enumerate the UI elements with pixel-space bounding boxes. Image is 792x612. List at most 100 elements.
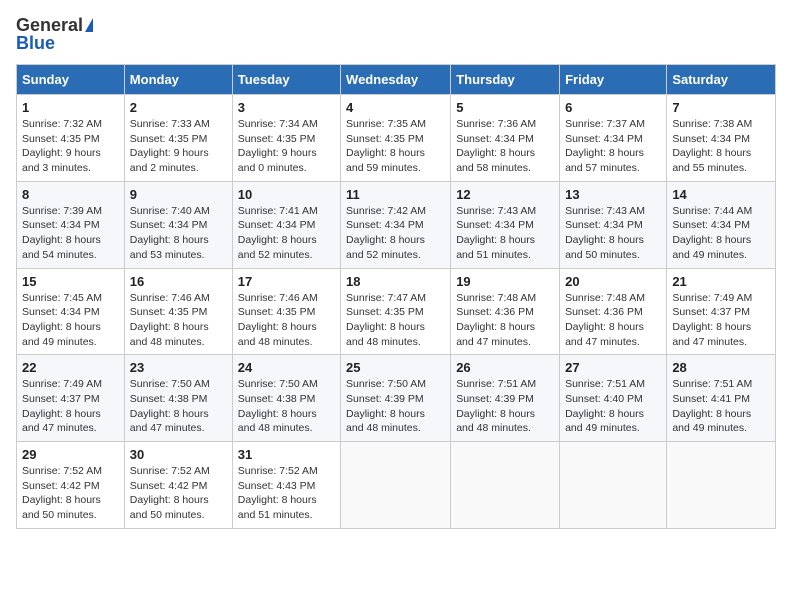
day-number: 20: [565, 274, 661, 289]
day-number: 8: [22, 187, 119, 202]
calendar-cell: [667, 442, 776, 529]
day-info: Sunrise: 7:44 AMSunset: 4:34 PMDaylight:…: [672, 204, 770, 263]
day-info: Sunrise: 7:36 AMSunset: 4:34 PMDaylight:…: [456, 117, 554, 176]
day-info: Sunrise: 7:43 AMSunset: 4:34 PMDaylight:…: [565, 204, 661, 263]
calendar-cell: 13 Sunrise: 7:43 AMSunset: 4:34 PMDayligh…: [560, 181, 667, 268]
calendar-cell: 5 Sunrise: 7:36 AMSunset: 4:34 PMDaylight…: [451, 95, 560, 182]
weekday-header-sunday: Sunday: [17, 65, 125, 95]
calendar-cell: [451, 442, 560, 529]
logo-general-text: General: [16, 16, 83, 34]
day-info: Sunrise: 7:48 AMSunset: 4:36 PMDaylight:…: [456, 291, 554, 350]
day-number: 12: [456, 187, 554, 202]
calendar-cell: 22 Sunrise: 7:49 AMSunset: 4:37 PMDayligh…: [17, 355, 125, 442]
calendar-cell: 12 Sunrise: 7:43 AMSunset: 4:34 PMDayligh…: [451, 181, 560, 268]
calendar-week-row: 22 Sunrise: 7:49 AMSunset: 4:37 PMDayligh…: [17, 355, 776, 442]
day-number: 13: [565, 187, 661, 202]
calendar-cell: 10 Sunrise: 7:41 AMSunset: 4:34 PMDayligh…: [232, 181, 340, 268]
day-info: Sunrise: 7:50 AMSunset: 4:39 PMDaylight:…: [346, 377, 445, 436]
calendar-cell: 15 Sunrise: 7:45 AMSunset: 4:34 PMDayligh…: [17, 268, 125, 355]
weekday-header-tuesday: Tuesday: [232, 65, 340, 95]
day-info: Sunrise: 7:35 AMSunset: 4:35 PMDaylight:…: [346, 117, 445, 176]
calendar-cell: 16 Sunrise: 7:46 AMSunset: 4:35 PMDayligh…: [124, 268, 232, 355]
day-number: 24: [238, 360, 335, 375]
day-number: 31: [238, 447, 335, 462]
day-info: Sunrise: 7:52 AMSunset: 4:43 PMDaylight:…: [238, 464, 335, 523]
calendar-week-row: 15 Sunrise: 7:45 AMSunset: 4:34 PMDayligh…: [17, 268, 776, 355]
day-info: Sunrise: 7:33 AMSunset: 4:35 PMDaylight:…: [130, 117, 227, 176]
calendar-header: SundayMondayTuesdayWednesdayThursdayFrid…: [17, 65, 776, 95]
day-number: 14: [672, 187, 770, 202]
calendar-cell: 29Sunrise: 7:52 AMSunset: 4:42 PMDayligh…: [17, 442, 125, 529]
day-info: Sunrise: 7:52 AMSunset: 4:42 PMDaylight:…: [22, 464, 119, 523]
day-number: 22: [22, 360, 119, 375]
calendar-week-row: 29Sunrise: 7:52 AMSunset: 4:42 PMDayligh…: [17, 442, 776, 529]
day-info: Sunrise: 7:37 AMSunset: 4:34 PMDaylight:…: [565, 117, 661, 176]
calendar-week-row: 1 Sunrise: 7:32 AMSunset: 4:35 PMDaylight…: [17, 95, 776, 182]
day-number: 21: [672, 274, 770, 289]
calendar-cell: 11Sunrise: 7:42 AMSunset: 4:34 PMDayligh…: [341, 181, 451, 268]
day-info: Sunrise: 7:40 AMSunset: 4:34 PMDaylight:…: [130, 204, 227, 263]
logo-triangle-icon: [85, 18, 93, 32]
day-info: Sunrise: 7:32 AMSunset: 4:35 PMDaylight:…: [22, 117, 119, 176]
day-info: Sunrise: 7:50 AMSunset: 4:38 PMDaylight:…: [130, 377, 227, 436]
day-number: 10: [238, 187, 335, 202]
calendar-cell: 23 Sunrise: 7:50 AMSunset: 4:38 PMDayligh…: [124, 355, 232, 442]
day-number: 7: [672, 100, 770, 115]
day-info: Sunrise: 7:51 AMSunset: 4:41 PMDaylight:…: [672, 377, 770, 436]
day-info: Sunrise: 7:50 AMSunset: 4:38 PMDaylight:…: [238, 377, 335, 436]
calendar-cell: [560, 442, 667, 529]
day-number: 25: [346, 360, 445, 375]
calendar-cell: 20Sunrise: 7:48 AMSunset: 4:36 PMDayligh…: [560, 268, 667, 355]
day-number: 5: [456, 100, 554, 115]
day-info: Sunrise: 7:45 AMSunset: 4:34 PMDaylight:…: [22, 291, 119, 350]
day-number: 23: [130, 360, 227, 375]
calendar-cell: [341, 442, 451, 529]
calendar-cell: 8 Sunrise: 7:39 AMSunset: 4:34 PMDaylight…: [17, 181, 125, 268]
day-number: 26: [456, 360, 554, 375]
day-number: 27: [565, 360, 661, 375]
day-number: 9: [130, 187, 227, 202]
weekday-header-monday: Monday: [124, 65, 232, 95]
calendar-cell: 25 Sunrise: 7:50 AMSunset: 4:39 PMDayligh…: [341, 355, 451, 442]
logo: General Blue: [16, 16, 93, 52]
weekday-header-wednesday: Wednesday: [341, 65, 451, 95]
day-info: Sunrise: 7:46 AMSunset: 4:35 PMDaylight:…: [130, 291, 227, 350]
day-info: Sunrise: 7:49 AMSunset: 4:37 PMDaylight:…: [672, 291, 770, 350]
day-number: 1: [22, 100, 119, 115]
calendar-cell: 7 Sunrise: 7:38 AMSunset: 4:34 PMDaylight…: [667, 95, 776, 182]
day-info: Sunrise: 7:38 AMSunset: 4:34 PMDaylight:…: [672, 117, 770, 176]
calendar-cell: 9 Sunrise: 7:40 AMSunset: 4:34 PMDaylight…: [124, 181, 232, 268]
day-number: 4: [346, 100, 445, 115]
calendar-cell: 17 Sunrise: 7:46 AMSunset: 4:35 PMDayligh…: [232, 268, 340, 355]
calendar-cell: 30 Sunrise: 7:52 AMSunset: 4:42 PMDayligh…: [124, 442, 232, 529]
day-info: Sunrise: 7:46 AMSunset: 4:35 PMDaylight:…: [238, 291, 335, 350]
calendar-cell: 19 Sunrise: 7:48 AMSunset: 4:36 PMDayligh…: [451, 268, 560, 355]
day-info: Sunrise: 7:49 AMSunset: 4:37 PMDaylight:…: [22, 377, 119, 436]
day-number: 15: [22, 274, 119, 289]
day-info: Sunrise: 7:47 AMSunset: 4:35 PMDaylight:…: [346, 291, 445, 350]
day-number: 30: [130, 447, 227, 462]
calendar-cell: 31 Sunrise: 7:52 AMSunset: 4:43 PMDayligh…: [232, 442, 340, 529]
day-number: 3: [238, 100, 335, 115]
day-number: 2: [130, 100, 227, 115]
day-info: Sunrise: 7:43 AMSunset: 4:34 PMDaylight:…: [456, 204, 554, 263]
calendar-cell: 28Sunrise: 7:51 AMSunset: 4:41 PMDayligh…: [667, 355, 776, 442]
day-number: 17: [238, 274, 335, 289]
day-number: 16: [130, 274, 227, 289]
day-info: Sunrise: 7:51 AMSunset: 4:39 PMDaylight:…: [456, 377, 554, 436]
day-number: 6: [565, 100, 661, 115]
day-number: 19: [456, 274, 554, 289]
calendar-cell: 27Sunrise: 7:51 AMSunset: 4:40 PMDayligh…: [560, 355, 667, 442]
weekday-header-saturday: Saturday: [667, 65, 776, 95]
weekday-header-friday: Friday: [560, 65, 667, 95]
day-info: Sunrise: 7:39 AMSunset: 4:34 PMDaylight:…: [22, 204, 119, 263]
day-number: 18: [346, 274, 445, 289]
calendar-table: SundayMondayTuesdayWednesdayThursdayFrid…: [16, 64, 776, 529]
calendar-cell: 2 Sunrise: 7:33 AMSunset: 4:35 PMDaylight…: [124, 95, 232, 182]
page-header: General Blue: [16, 16, 776, 52]
day-number: 11: [346, 187, 445, 202]
day-info: Sunrise: 7:41 AMSunset: 4:34 PMDaylight:…: [238, 204, 335, 263]
day-info: Sunrise: 7:52 AMSunset: 4:42 PMDaylight:…: [130, 464, 227, 523]
calendar-cell: 4 Sunrise: 7:35 AMSunset: 4:35 PMDaylight…: [341, 95, 451, 182]
day-info: Sunrise: 7:34 AMSunset: 4:35 PMDaylight:…: [238, 117, 335, 176]
